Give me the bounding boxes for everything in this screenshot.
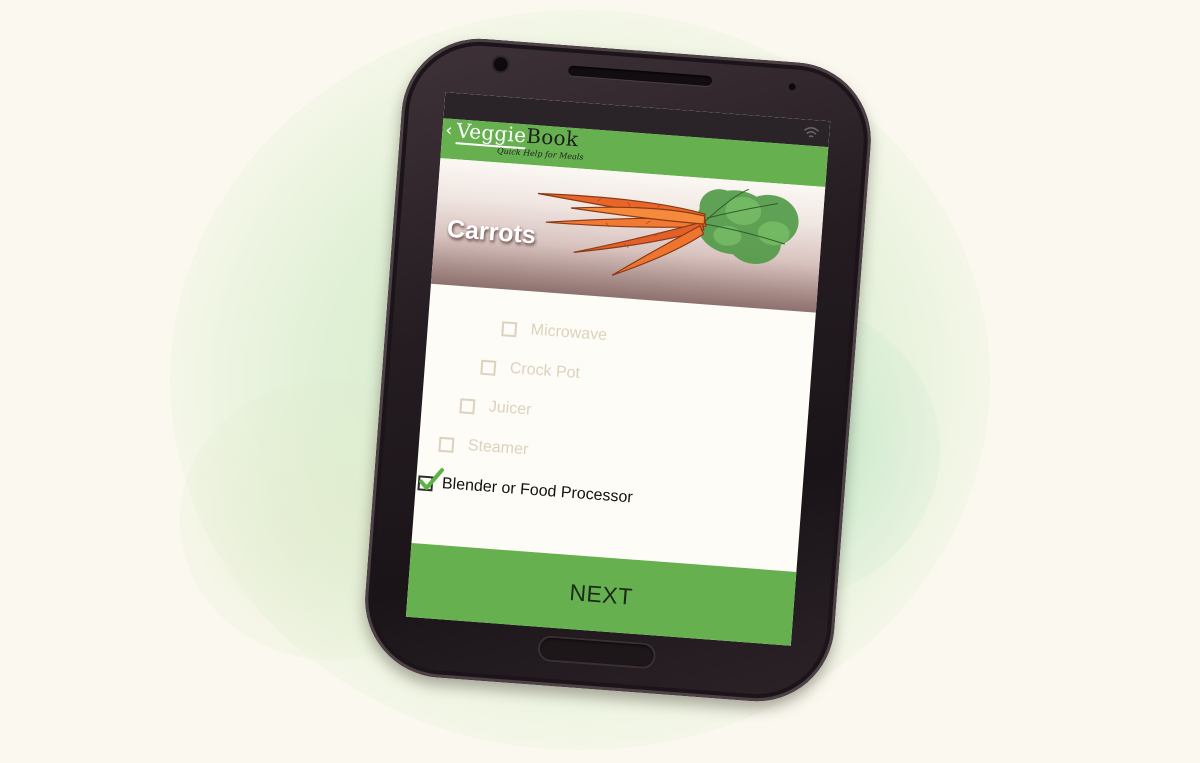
logo-veggie: Veggie bbox=[455, 118, 528, 150]
checkbox-checked[interactable] bbox=[417, 467, 445, 491]
option-label: Crock Pot bbox=[509, 359, 581, 383]
smartphone: ‹ VeggieBook Quick Help for Meals Carrot… bbox=[359, 33, 877, 707]
option-juicer[interactable]: Juicer bbox=[459, 396, 532, 419]
option-steamer[interactable]: Steamer bbox=[438, 435, 529, 460]
checkbox[interactable] bbox=[438, 436, 455, 453]
option-label: Microwave bbox=[530, 321, 608, 345]
option-label: Juicer bbox=[488, 398, 533, 419]
vegetable-title: Carrots bbox=[446, 214, 537, 250]
option-label: Blender or Food Processor bbox=[441, 475, 634, 507]
checkbox[interactable] bbox=[480, 359, 497, 376]
phone-screen: ‹ VeggieBook Quick Help for Meals Carrot… bbox=[405, 92, 831, 646]
carrot-bunch-icon bbox=[537, 188, 799, 276]
option-blender-or-food-processor[interactable]: Blender or Food Processor bbox=[417, 467, 634, 507]
wifi-icon bbox=[804, 127, 820, 138]
checkbox[interactable] bbox=[459, 397, 476, 414]
back-icon[interactable]: ‹ bbox=[445, 118, 454, 142]
option-label: Steamer bbox=[467, 436, 529, 459]
checkbox[interactable] bbox=[501, 320, 518, 337]
logo-book: Book bbox=[525, 123, 580, 152]
option-microwave[interactable]: Microwave bbox=[501, 319, 608, 345]
option-crock-pot[interactable]: Crock Pot bbox=[480, 358, 581, 383]
checkmark-icon bbox=[419, 467, 445, 490]
